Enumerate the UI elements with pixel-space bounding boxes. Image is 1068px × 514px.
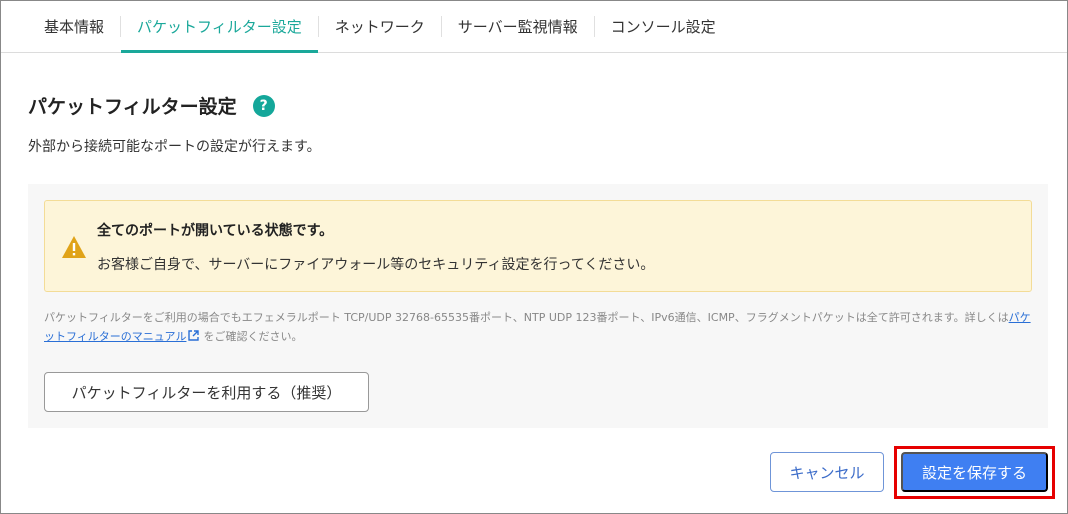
tab-packet-filter[interactable]: パケットフィルター設定 [121,1,318,53]
save-settings-button[interactable]: 設定を保存する [901,452,1048,492]
warning-triangle-icon [62,236,86,258]
note-text-after: をご確認ください。 [203,330,303,343]
tab-bar: 基本情報 パケットフィルター設定 ネットワーク サーバー監視情報 コンソール設定 [1,1,1067,53]
tab-server-monitoring[interactable]: サーバー監視情報 [442,1,594,52]
external-link-icon [188,330,200,341]
alert-title: 全てのポートが開いている状態です。 [97,223,334,239]
help-note: パケットフィルターをご利用の場合でもエフェメラルポート TCP/UDP 3276… [44,308,1034,346]
warning-alert: 全てのポートが開いている状態です。 お客様ご自身で、サーバーにファイアウォール等… [44,200,1032,292]
tab-console-settings[interactable]: コンソール設定 [595,1,732,52]
page-title: パケットフィルター設定 [28,96,237,118]
help-icon[interactable]: ? [252,94,275,117]
alert-message: お客様ご自身で、サーバーにファイアウォール等のセキュリティ設定を行ってください。 [97,257,655,273]
cancel-button[interactable]: キャンセル [770,452,884,492]
note-text: パケットフィルターをご利用の場合でもエフェメラルポート TCP/UDP 3276… [44,311,1009,324]
tab-basic-info[interactable]: 基本情報 [28,1,120,52]
section-description: 外部から接続可能なポートの設定が行えます。 [28,139,321,155]
tab-network[interactable]: ネットワーク [319,1,441,52]
enable-packet-filter-button[interactable]: パケットフィルターを利用する（推奨） [44,372,369,412]
section-header: パケットフィルター設定 ? [28,92,275,119]
settings-panel: 全てのポートが開いている状態です。 お客様ご自身で、サーバーにファイアウォール等… [28,184,1048,428]
